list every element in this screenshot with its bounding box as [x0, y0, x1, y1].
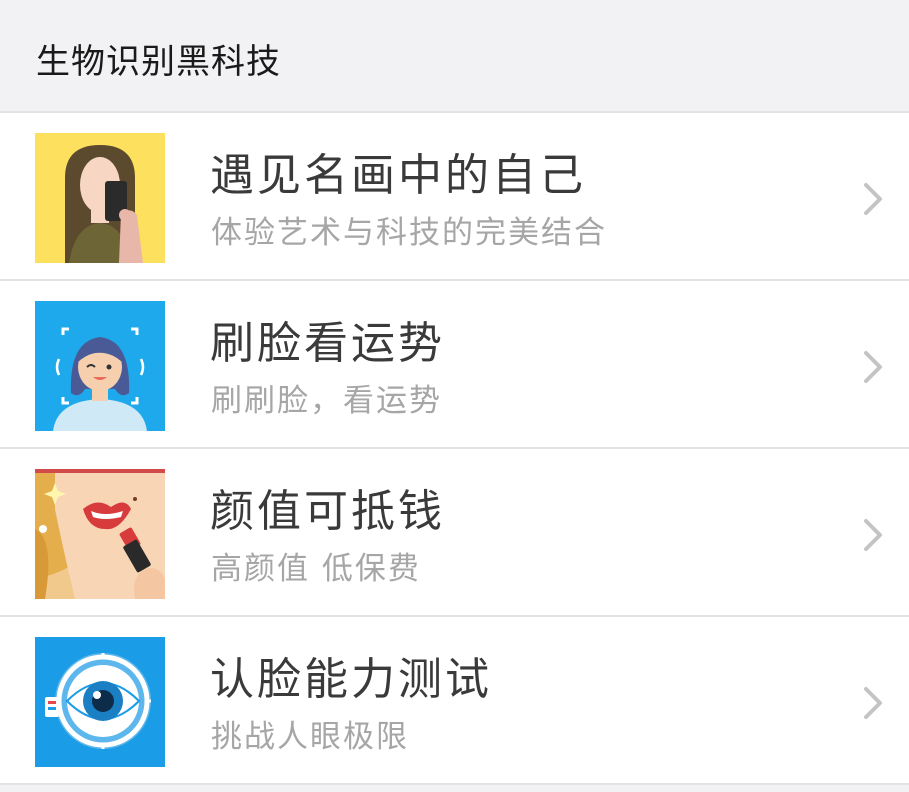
- eye-scan-icon: [35, 637, 165, 767]
- feature-list: 遇见名画中的自己 体验艺术与科技的完美结合 刷脸看运势 刷刷脸，看运势 颜值可抵…: [0, 113, 909, 785]
- item-title: 颜值可抵钱: [210, 486, 445, 537]
- item-title: 遇见名画中的自己: [210, 150, 586, 201]
- mona-lisa-selfie-icon: [35, 133, 165, 263]
- chevron-right-icon: [858, 683, 888, 723]
- item-title: 刷脸看运势: [210, 318, 445, 369]
- section-header: 生物识别黑科技: [0, 0, 909, 113]
- list-item-face-fortune[interactable]: 刷脸看运势 刷刷脸，看运势: [0, 281, 909, 449]
- chevron-right-icon: [858, 515, 888, 555]
- item-title: 认脸能力测试: [210, 654, 492, 705]
- item-subtitle: 体验艺术与科技的完美结合: [211, 215, 607, 251]
- list-item-beauty-value[interactable]: 颜值可抵钱 高颜值 低保费: [0, 449, 909, 617]
- face-scan-fortune-icon: [35, 301, 165, 431]
- item-subtitle: 高颜值 低保费: [211, 551, 421, 587]
- item-subtitle: 挑战人眼极限: [211, 719, 409, 755]
- item-subtitle: 刷刷脸，看运势: [211, 383, 442, 419]
- chevron-right-icon: [858, 179, 888, 219]
- lipstick-face-icon: [35, 469, 165, 599]
- chevron-right-icon: [858, 347, 888, 387]
- list-item-face-recognition-test[interactable]: 认脸能力测试 挑战人眼极限: [0, 617, 909, 785]
- biometric-tech-page: 生物识别黑科技 遇见名画中的自己 体验艺术与科技的完美结合 刷脸看运势 刷刷脸，…: [0, 0, 909, 792]
- list-item-famous-painting[interactable]: 遇见名画中的自己 体验艺术与科技的完美结合: [0, 113, 909, 281]
- section-title: 生物识别黑科技: [36, 42, 281, 82]
